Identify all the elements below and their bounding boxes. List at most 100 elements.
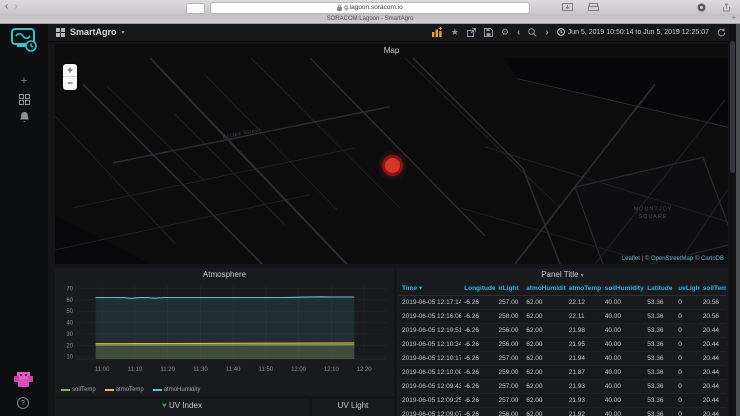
table-cell: -6.26	[461, 296, 495, 309]
table-cell: 256.00	[495, 408, 523, 416]
table-cell: 53.36	[644, 296, 675, 309]
table-cell: 40.00	[602, 310, 645, 323]
legend-label: soilTemp	[72, 387, 96, 393]
table-cell: 53.36	[644, 408, 675, 416]
time-shift-right-icon[interactable]: ›	[545, 27, 548, 38]
column-header[interactable]: irLight	[495, 282, 523, 295]
osm-link[interactable]: OpenStreetMap	[651, 256, 693, 262]
uv-index-panel-title[interactable]: ♥ UV Index	[55, 399, 309, 412]
share-icon[interactable]	[722, 3, 733, 11]
zoom-out-icon[interactable]	[528, 28, 537, 37]
table-row: 2019-06-05 12:10:00-6.26259.0062.0021.87…	[399, 366, 726, 380]
browser-tab[interactable]: SORACOM Lagoon - SmartAgro +	[0, 14, 740, 24]
table-cell: 21.87	[566, 366, 602, 379]
table-cell: 62.00	[523, 394, 566, 407]
svg-text:20: 20	[66, 343, 73, 349]
table-cell: 53.36	[644, 394, 675, 407]
legend-item-soilTemp[interactable]: soilTemp	[61, 387, 96, 393]
forward-button[interactable]: ›	[14, 1, 23, 12]
table-cell: 256.00	[495, 324, 523, 337]
sidebar-toggle-icon[interactable]	[186, 3, 205, 14]
window-edge	[736, 23, 740, 416]
legend-color-dash	[61, 389, 70, 391]
back-button[interactable]: ‹	[5, 1, 14, 12]
table-cell: 20.44	[700, 380, 726, 393]
table-cell: 257.00	[495, 380, 523, 393]
share-dashboard-icon[interactable]	[467, 28, 476, 37]
table-cell: 0	[675, 380, 700, 393]
uv-index-panel: ♥ UV Index	[55, 399, 309, 416]
column-header[interactable]: uvLight	[675, 282, 700, 295]
url-text: g.lagoon.soracom.io	[344, 4, 403, 11]
table-cell: 20.44	[700, 366, 726, 379]
user-avatar[interactable]	[13, 371, 34, 393]
table-cell: 62.00	[523, 324, 566, 337]
legend-item-atmoTemp[interactable]: atmoTemp	[105, 387, 144, 393]
column-header[interactable]: Longitude	[461, 282, 495, 295]
scrollbar-thumb[interactable]	[730, 41, 735, 173]
svg-text:12:00: 12:00	[291, 367, 307, 373]
table-cell: 257.00	[495, 352, 523, 365]
star-icon[interactable]: ★	[451, 23, 459, 41]
table-cell: 22.11	[566, 310, 602, 323]
table-cell: 40.00	[602, 380, 645, 393]
table-cell: 62.00	[523, 310, 566, 323]
column-header[interactable]: Latitude	[644, 282, 675, 295]
grafana-header: SmartAgro ▾ ★ ⚙ ‹	[48, 23, 740, 42]
address-bar[interactable]: g.lagoon.soracom.io	[210, 2, 530, 14]
svg-text:12:10: 12:10	[324, 367, 340, 373]
atmosphere-chart[interactable]: 7060504030201011:0011:1011:2011:3011:401…	[58, 281, 391, 377]
data-table: Time ▾LongitudeirLightatmoHumidityatmoTe…	[399, 282, 726, 416]
table-cell: 53.36	[644, 366, 675, 379]
alert-ok-heart-icon: ♥	[162, 401, 167, 410]
dashboards-icon[interactable]	[17, 92, 31, 106]
map-marker[interactable]	[382, 155, 403, 176]
column-header[interactable]: atmoTemp	[566, 282, 602, 295]
dashboard-title-caret: ▾	[122, 29, 125, 36]
uv-light-panel-title[interactable]: UV Light	[312, 399, 394, 412]
screen: ‹› g.lagoon.soracom.io SORACOM Lagoon - …	[0, 0, 740, 416]
dashboard-title[interactable]: SmartAgro	[70, 27, 117, 37]
table-panel-title[interactable]: Panel Title ▾	[397, 268, 728, 281]
column-header[interactable]: soilTemp	[700, 282, 726, 295]
time-shift-left-icon[interactable]: ‹	[517, 27, 520, 38]
table-cell: 0	[675, 310, 700, 323]
svg-text:11:40: 11:40	[226, 367, 241, 373]
print-icon[interactable]	[588, 3, 599, 11]
svg-text:12:20: 12:20	[357, 367, 373, 373]
add-panel-icon[interactable]	[432, 27, 443, 37]
map-attribution: Leaflet | © OpenStreetMap © CartoDB	[619, 255, 727, 263]
map-zoom-in-button[interactable]: +	[63, 64, 77, 77]
save-dashboard-icon[interactable]	[484, 28, 493, 37]
time-range-picker[interactable]: Jun 5, 2019 10:50:14 to Jun 5, 2019 12:2…	[557, 28, 709, 36]
alerts-bell-icon[interactable]	[17, 110, 31, 124]
refresh-icon[interactable]	[717, 28, 726, 37]
column-header[interactable]: Time ▾	[399, 282, 461, 295]
column-header[interactable]: soilHumidity	[602, 282, 645, 295]
table-cell: 2019-06-05 12:09:43	[399, 380, 461, 393]
table-cell: 62.00	[523, 352, 566, 365]
add-icon[interactable]: +	[17, 74, 31, 88]
new-tab-button[interactable]: +	[732, 15, 736, 22]
table-cell: 20.44	[700, 408, 726, 416]
table-cell: 20.56	[700, 310, 726, 323]
column-header[interactable]: atmoHumidity	[523, 282, 566, 295]
table-cell: -6.26	[461, 310, 495, 323]
atmosphere-panel-title[interactable]: Atmosphere	[55, 268, 394, 281]
table-row: 2019-06-05 12:09:25-6.26257.0062.0021.93…	[399, 394, 726, 408]
download-icon[interactable]	[562, 3, 573, 11]
help-icon[interactable]: ?	[17, 397, 29, 409]
map-zoom-out-button[interactable]: −	[63, 77, 77, 90]
table-cell: 21.94	[566, 352, 602, 365]
settings-gear-icon[interactable]: ⚙	[501, 23, 509, 41]
profile-icon[interactable]	[697, 3, 708, 11]
carto-link[interactable]: CartoDB	[701, 256, 724, 262]
scrollbar-track[interactable]	[729, 23, 736, 416]
leaflet-link[interactable]: Leaflet	[622, 256, 640, 262]
table-cell: 21.92	[566, 408, 602, 416]
lagoon-logo-icon[interactable]	[9, 27, 39, 58]
legend-item-atmoHumidity[interactable]: atmoHumidity	[153, 387, 201, 393]
table-cell: 22.12	[566, 296, 602, 309]
dashboard-picker-icon[interactable]	[56, 28, 65, 37]
map-panel-title[interactable]: Map	[55, 44, 728, 57]
